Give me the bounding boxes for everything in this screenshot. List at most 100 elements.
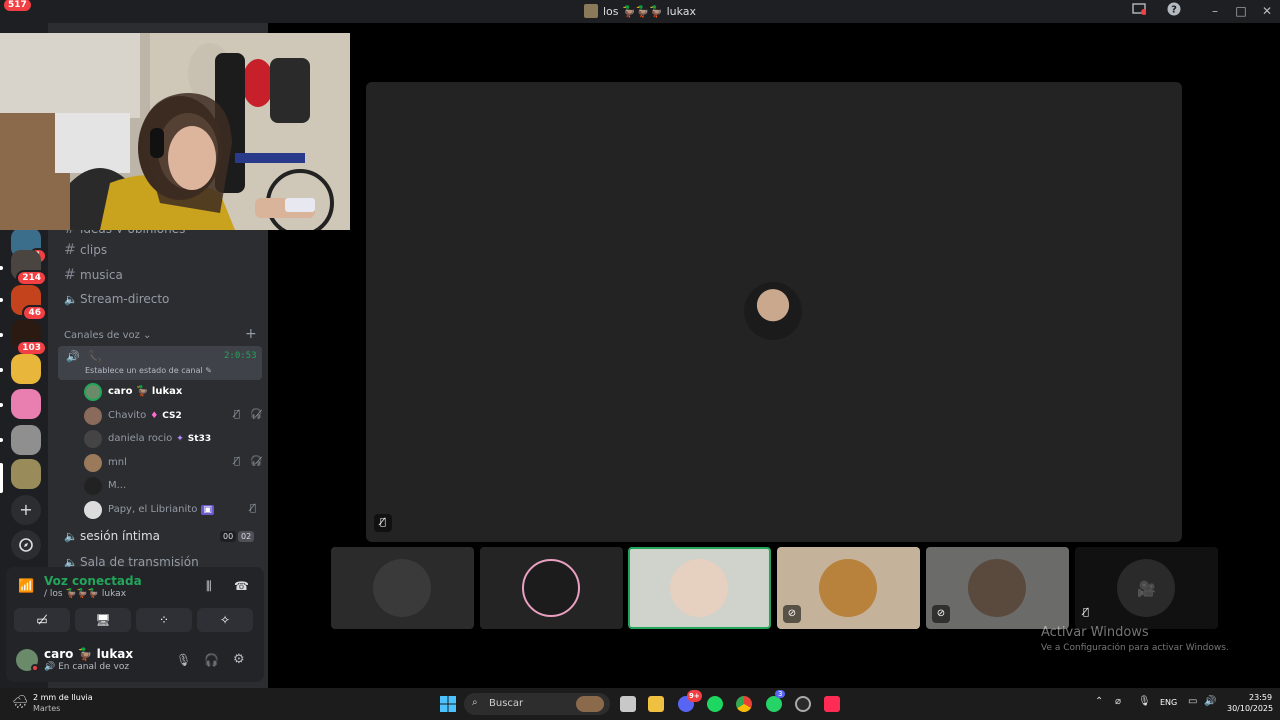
- unread-pill: [0, 298, 3, 302]
- weather-text[interactable]: 2 mm de lluvia: [33, 693, 93, 702]
- hash-icon: #: [64, 242, 76, 258]
- member-row[interactable]: Chavito ♦ CS2 🎙̸ 🎧̸: [84, 406, 264, 426]
- chrome-icon[interactable]: [736, 696, 752, 712]
- inbox-icon[interactable]: [1130, 2, 1148, 20]
- server-icon[interactable]: 103: [11, 320, 47, 356]
- member-row[interactable]: caro 🦆 lukax: [84, 382, 264, 402]
- focused-participant-tile[interactable]: 🎙̸: [366, 82, 1182, 542]
- file-explorer-icon[interactable]: [648, 696, 664, 712]
- voice-section-header[interactable]: Canales de voz ⌄: [64, 330, 151, 341]
- user-name[interactable]: caro 🦆 lukax: [44, 647, 133, 661]
- activities-button[interactable]: ⁘: [136, 608, 192, 632]
- participant-tile[interactable]: ⊘: [777, 547, 920, 629]
- participant-tile-speaking[interactable]: [628, 547, 771, 629]
- disconnect-icon[interactable]: ☎: [234, 579, 249, 593]
- discord-icon[interactable]: 9+: [678, 690, 702, 712]
- volume-icon[interactable]: 🔊: [1204, 696, 1216, 707]
- member-row[interactable]: mnl 🎙̸ 🎧̸: [84, 453, 264, 473]
- participant-tile-partial[interactable]: 🎥 🎙̸: [1075, 547, 1218, 629]
- server-icon[interactable]: 214: [11, 250, 47, 286]
- server-icon[interactable]: [11, 459, 41, 489]
- avatar: [84, 407, 102, 425]
- channel-label: musica: [80, 268, 123, 282]
- participant-tile[interactable]: [480, 547, 623, 629]
- selected-pill: [0, 463, 3, 493]
- weather-icon[interactable]: 🌧: [12, 695, 29, 710]
- status-dot: [31, 664, 39, 672]
- user-status: 🔊 En canal de voz: [44, 662, 130, 672]
- minimize-icon[interactable]: –: [1206, 2, 1224, 20]
- maximize-icon[interactable]: □: [1232, 2, 1250, 20]
- noise-suppression-icon[interactable]: ⫼: [206, 579, 212, 594]
- tray-mic-icon[interactable]: 🎙: [1138, 696, 1151, 707]
- active-voice-channel[interactable]: 🔊 📞 2:0:53 Establece un estado de canal …: [58, 346, 262, 380]
- member-row[interactable]: daniela rocio ✦ St33: [84, 429, 264, 449]
- tray-chevron-icon[interactable]: ⌃: [1095, 696, 1103, 707]
- clock-time[interactable]: 23:59: [1249, 693, 1272, 702]
- channel-label: Stream-directo: [80, 292, 170, 306]
- deafened-icon: 🎧̸: [250, 409, 263, 420]
- discover-icon[interactable]: [11, 530, 41, 560]
- avatar: [968, 559, 1026, 617]
- webcam-overlay: [0, 33, 350, 230]
- activities-icon: ⁘: [158, 613, 170, 627]
- server-badge: 214: [16, 270, 47, 286]
- tiktok-icon[interactable]: [824, 696, 840, 712]
- channel-item-sala[interactable]: 🔈 Sala de transmisión: [58, 555, 258, 567]
- start-icon[interactable]: [440, 696, 456, 712]
- server-icon[interactable]: 46: [11, 285, 47, 321]
- channel-item-stream[interactable]: 🔈 Stream-directo: [58, 292, 258, 314]
- add-channel-icon[interactable]: +: [245, 326, 257, 342]
- muted-icon: 🎙̸: [1083, 607, 1090, 618]
- settings-icon[interactable]: ⚙: [233, 652, 245, 667]
- search-input[interactable]: ⌕ Buscar: [464, 693, 610, 715]
- task-view-icon[interactable]: [620, 696, 636, 712]
- voice-status[interactable]: Voz conectada: [44, 574, 142, 588]
- member-row[interactable]: M...: [84, 476, 264, 496]
- close-icon[interactable]: ✕: [1258, 2, 1276, 20]
- microphone-icon[interactable]: 🎙: [176, 653, 191, 667]
- member-row[interactable]: Papy, el Librianito ▣ 🎙̸: [84, 500, 264, 520]
- search-placeholder: Buscar: [489, 698, 524, 709]
- participant-tile[interactable]: [331, 547, 474, 629]
- soundboard-icon: ✧: [219, 613, 231, 627]
- screen-share-button[interactable]: 🖥: [75, 608, 131, 632]
- channel-label: Sala de transmisión: [80, 555, 199, 567]
- network-icon[interactable]: ▭: [1188, 696, 1197, 707]
- call-timer: 2:0:53: [224, 351, 257, 361]
- camera-off-icon: ⊘: [783, 605, 801, 623]
- headphones-icon[interactable]: 🎧: [204, 653, 219, 667]
- camera-button[interactable]: ▭̸: [14, 608, 70, 632]
- steam-icon[interactable]: [795, 696, 811, 712]
- speaker-icon: 🔈: [64, 556, 78, 567]
- voice-connection-panel: 📶 Voz conectada / los 🦆🦆🦆 lukax ⫼ ☎ ▭̸ 🖥…: [6, 567, 264, 682]
- whatsapp-icon[interactable]: 3: [766, 690, 786, 712]
- muted-icon: 🎙̸: [234, 409, 241, 420]
- voice-channel-name[interactable]: / los 🦆🦆🦆 lukax: [44, 589, 126, 599]
- whatsapp-badge: 3: [775, 690, 786, 698]
- channel-item-sesion[interactable]: 🔈 sesión íntima 00 02: [58, 529, 258, 551]
- spotify-icon[interactable]: [707, 696, 723, 712]
- camera-off-icon: ⊘: [932, 605, 950, 623]
- avatar: [744, 282, 802, 340]
- avatar: [84, 383, 102, 401]
- speaker-icon: 🔈: [64, 530, 78, 543]
- channel-item-musica[interactable]: # musica: [58, 267, 258, 289]
- soundboard-button[interactable]: ✧: [197, 608, 253, 632]
- server-icon[interactable]: [11, 354, 41, 384]
- member-name: Papy, el Librianito: [108, 504, 198, 515]
- server-icon[interactable]: [11, 425, 41, 455]
- tray-app-icon[interactable]: ⌀: [1115, 696, 1121, 707]
- channel-item-clips[interactable]: # clips: [58, 242, 258, 264]
- server-badge: 46: [22, 305, 47, 321]
- language-indicator[interactable]: ENG: [1160, 698, 1177, 707]
- clock-date[interactable]: 30/10/2025: [1227, 704, 1273, 713]
- activation-watermark-title: Activar Windows: [1041, 625, 1149, 640]
- channel-status-hint[interactable]: Establece un estado de canal ✎: [85, 366, 212, 375]
- server-icon[interactable]: [11, 389, 41, 419]
- participant-tile[interactable]: ⊘: [926, 547, 1069, 629]
- hash-icon: #: [64, 267, 76, 283]
- add-server-icon[interactable]: +: [11, 495, 41, 525]
- help-icon[interactable]: ?: [1165, 2, 1183, 20]
- user-limit: 02: [238, 531, 255, 542]
